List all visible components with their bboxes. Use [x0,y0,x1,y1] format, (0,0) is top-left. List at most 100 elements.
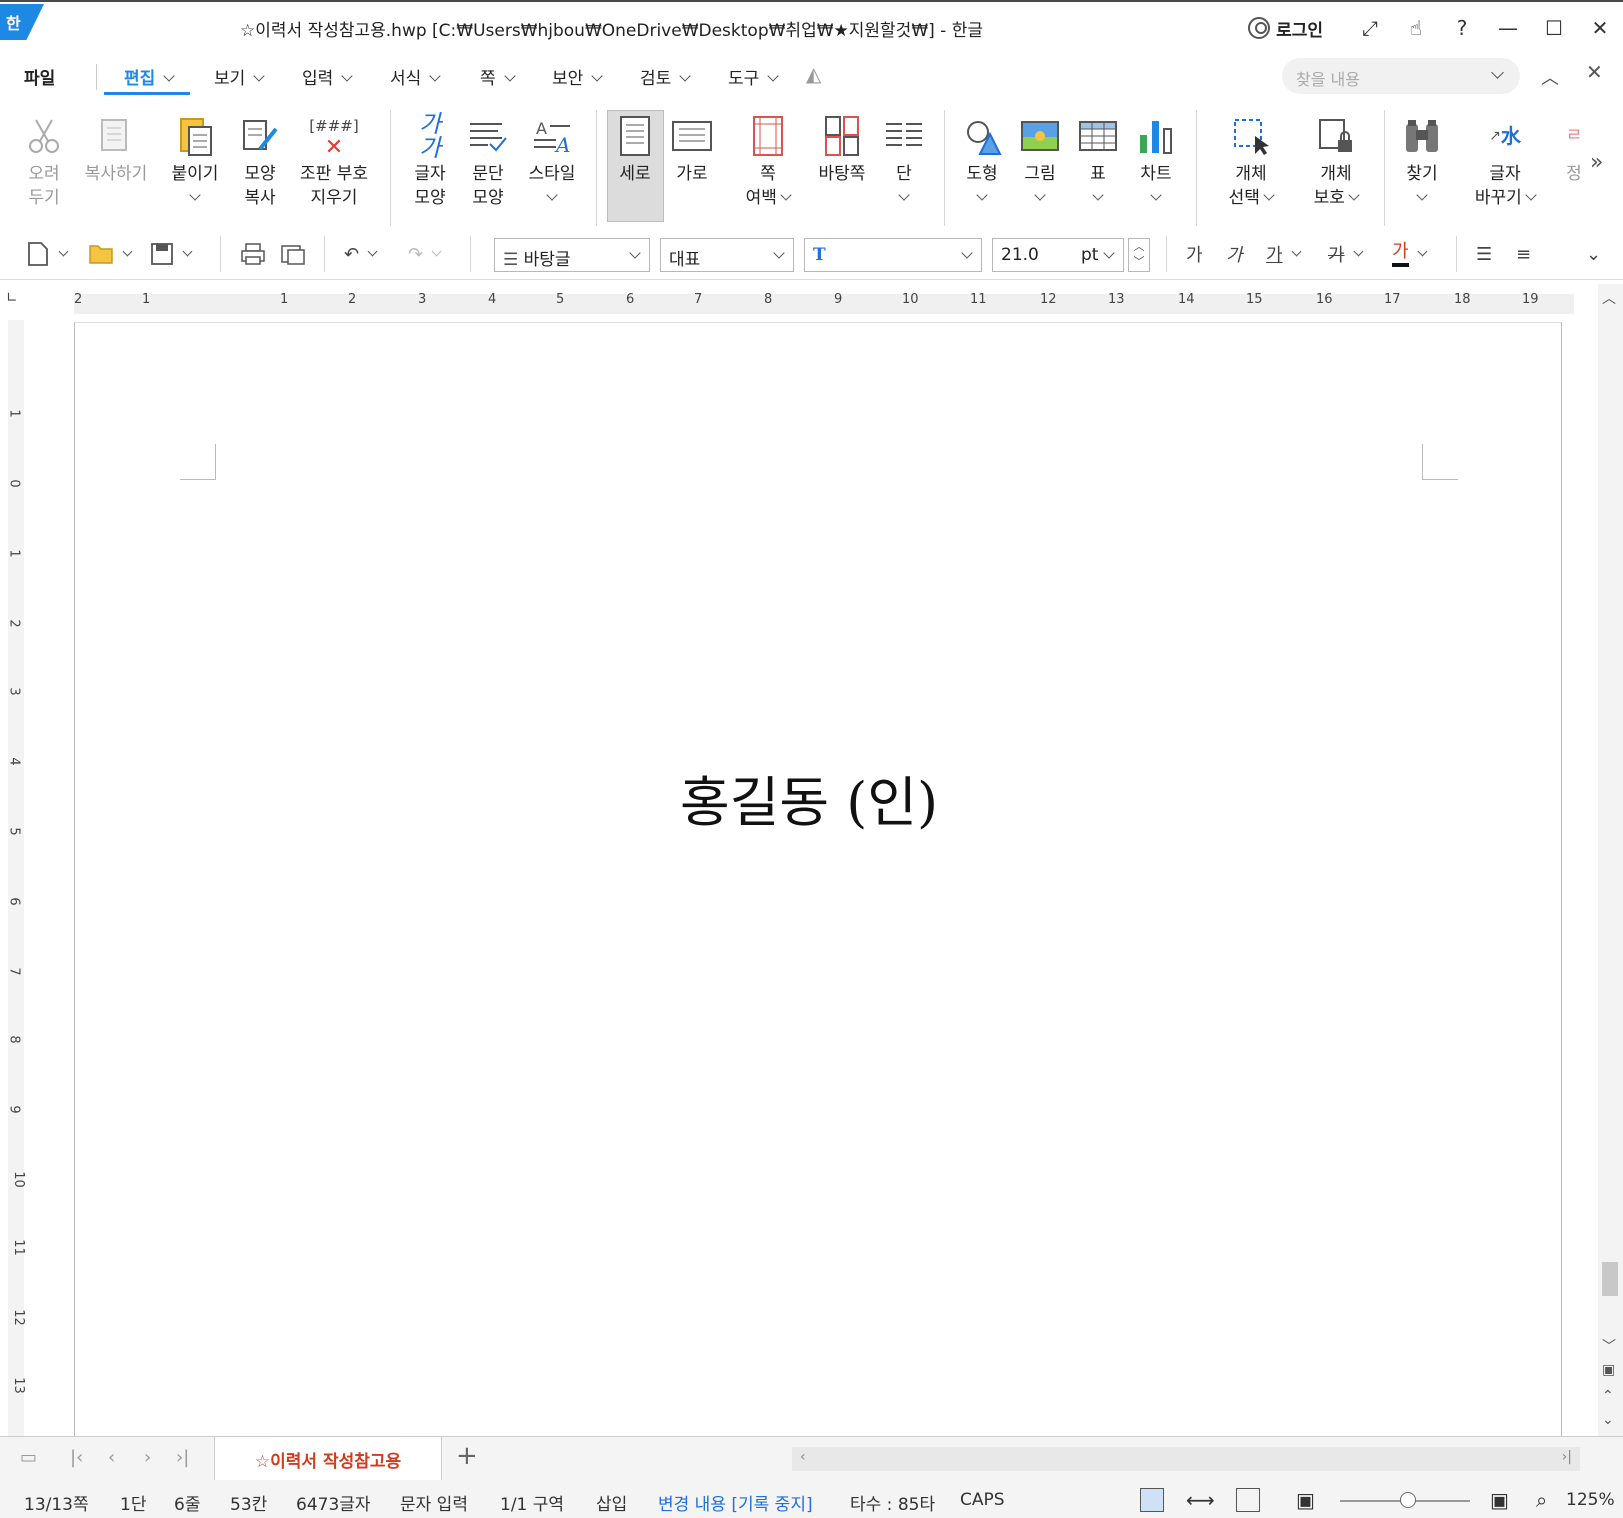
fit-width-button[interactable]: ⟷ [1186,1488,1215,1512]
open-doc-button[interactable] [88,238,133,270]
menu-edit[interactable]: 편집 [124,64,175,89]
fit-page-button[interactable] [1236,1488,1260,1512]
add-tab-button[interactable]: + [456,1441,478,1471]
zoom-search-icon[interactable]: ⌕ [1536,1488,1547,1512]
document-tab[interactable]: ☆이력서 작성참고용 [214,1437,442,1481]
menu-page[interactable]: 쪽 [480,64,516,89]
font-size-stepper[interactable]: ︿ ﹀ [1128,238,1150,272]
font-select[interactable]: T [804,238,982,272]
copy-button[interactable]: 복사하기 [80,110,152,186]
scroll-right-icon[interactable]: ›| [1562,1449,1572,1465]
tab-type-icon[interactable]: ∟ [6,290,28,312]
menu-review[interactable]: 검토 [640,64,691,89]
para-shape-button[interactable]: 문단 모양 [466,110,510,210]
picture-button[interactable]: 그림 [1018,110,1062,210]
shape-button[interactable]: 도형 [960,110,1004,210]
close-ribbon-icon[interactable]: ✕ [1586,60,1603,84]
zoom-out-icon[interactable]: ▣ [1296,1488,1315,1512]
scroll-thumb[interactable] [1602,1262,1618,1296]
table-dropdown[interactable] [1076,186,1120,210]
print-preview-button[interactable] [280,238,306,270]
menu-format[interactable]: 서식 [390,64,441,89]
font-color-button[interactable]: 가 [1392,238,1428,270]
paste-dropdown[interactable] [166,186,224,210]
new-doc-button[interactable] [26,238,69,270]
scroll-left-icon[interactable]: ‹ [800,1449,806,1465]
partial-button[interactable]: ㄹ 정 [1564,110,1584,186]
next-page-icon[interactable]: ⌄ [1602,1412,1614,1428]
menu-insert[interactable]: 입력 [302,64,353,89]
replace-label-2[interactable]: 바꾸기 [1470,186,1540,210]
vertical-scrollbar[interactable]: ︿ ﹀ ▣ ⌃ ⌄ [1598,284,1623,1436]
prev-tab-icon[interactable]: ‹ [108,1447,115,1468]
save-button[interactable] [150,238,193,270]
scroll-up-icon[interactable]: ︿ [1602,288,1616,308]
protect-object-label-2[interactable]: 보호 [1306,186,1366,210]
next-tab-icon[interactable]: › [144,1447,151,1468]
horizontal-scrollbar[interactable]: ‹ ›| [792,1447,1580,1471]
vertical-ruler[interactable]: 1 0 1 2 3 4 5 6 7 8 9 10 11 12 13 [4,320,28,1436]
minimize-button[interactable]: — [1485,8,1531,48]
ribbon-more-icon[interactable]: » [1590,150,1603,175]
status-input-mode[interactable]: 문자 입력 [400,1490,468,1515]
cut-button[interactable]: 오려 두기 [24,110,64,210]
prev-page-icon[interactable]: ⌃ [1602,1388,1614,1404]
protect-object-button[interactable]: 개체 보호 [1306,110,1366,210]
app-logo-icon[interactable]: 한 [0,4,44,40]
shapes-quick-icon[interactable]: ◭ [806,62,821,86]
print-button[interactable] [240,238,266,270]
login-button[interactable]: 로그인 [1248,16,1323,41]
scroll-down-icon[interactable]: ﹀ [1602,1336,1616,1356]
font-size-select[interactable]: 21.0 pt [992,238,1124,272]
columns-button[interactable]: 단 [882,110,926,210]
bold-button[interactable]: 가 [1186,238,1203,270]
maximize-button[interactable]: ☐ [1531,8,1577,48]
find-button[interactable]: 찾기 [1400,110,1444,210]
zoom-in-icon[interactable]: ▣ [1490,1488,1509,1512]
picture-dropdown[interactable] [1018,186,1062,210]
underline-button[interactable]: 가 [1266,238,1302,270]
style-select[interactable]: ☰ 바탕글 [494,238,650,272]
columns-dropdown[interactable] [882,186,926,210]
undo-button[interactable]: ↶ [344,238,378,270]
margin-label-2[interactable]: 여백 [740,186,796,210]
tab-list-icon[interactable]: ▭ [20,1447,37,1468]
help-button[interactable]: ? [1439,8,1485,48]
zoom-slider-handle[interactable] [1400,1492,1416,1508]
collapse-ribbon-icon[interactable]: ︿ [1541,64,1559,90]
format-painter-button[interactable]: 모양 복사 [238,110,282,210]
style-button[interactable]: AA 스타일 [524,110,580,210]
shape-dropdown[interactable] [960,186,1004,210]
menu-file[interactable]: 파일 [24,64,55,89]
table-button[interactable]: 표 [1076,110,1120,210]
italic-button[interactable]: 가 [1226,238,1243,270]
select-object-label-2[interactable]: 선택 [1222,186,1280,210]
align-left-button[interactable]: ≡ [1516,238,1531,270]
toolbar-expand-button[interactable]: ⌄ [1586,238,1601,270]
redo-button[interactable]: ↷ [408,238,442,270]
select-object-button[interactable]: 개체 선택 [1222,110,1280,210]
touch-mode-button[interactable]: ☝ [1393,8,1439,48]
page[interactable] [74,322,1562,1436]
margin-button[interactable]: 쪽 여백 [740,110,796,210]
landscape-button[interactable]: 가로 [670,110,714,186]
justify-button[interactable]: ☰ [1476,238,1492,270]
search-input[interactable]: 찾을 내용 [1282,58,1520,94]
status-insert-mode[interactable]: 삽입 [596,1490,627,1515]
chart-dropdown[interactable] [1134,186,1178,210]
portrait-button[interactable]: 세로 [610,110,660,186]
menu-tools[interactable]: 도구 [728,64,779,89]
find-dropdown[interactable] [1400,186,1444,210]
fullscreen-button[interactable]: ⤢ [1347,8,1393,48]
char-shape-button[interactable]: 가가 글자 모양 [408,110,452,210]
zoom-level[interactable]: 125% [1566,1490,1615,1510]
chart-button[interactable]: 차트 [1134,110,1178,210]
strike-button[interactable]: 가 [1328,238,1364,270]
replace-button[interactable]: ↗ 水 글자 바꾸기 [1470,110,1540,210]
paste-button[interactable]: 붙이기 [166,110,224,210]
language-select[interactable]: 대표 [660,238,794,272]
style-dropdown[interactable] [524,186,580,210]
page-select-icon[interactable]: ▣ [1602,1362,1615,1378]
clear-code-button[interactable]: [###] ✕ 조판 부호 지우기 [294,110,374,210]
status-typing-speed[interactable]: 타수 : 85타 [850,1490,935,1515]
